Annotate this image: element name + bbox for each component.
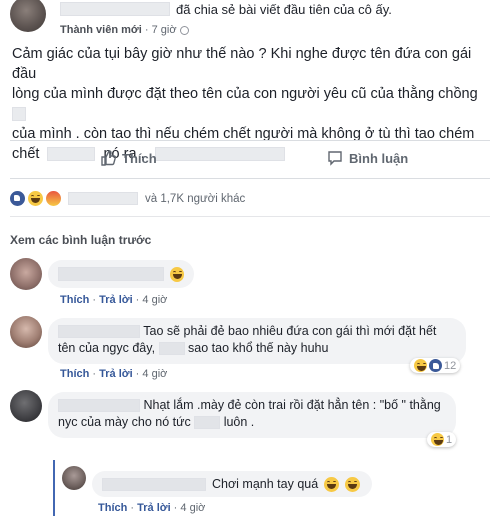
redacted-names (68, 192, 138, 205)
poster-name-redacted[interactable] (60, 2, 170, 16)
post-body-line: Cảm giác của tụi bây giờ như thế nào ? K… (12, 46, 472, 82)
speech-bubble-icon (328, 151, 342, 166)
laughing-emoji-icon (431, 433, 444, 446)
comment-line: tên của ngyc đây, sao tao khổ thế này hu… (58, 341, 329, 356)
reaction-count: 12 (444, 359, 457, 372)
reactions-summary[interactable]: và 1,7K người khác (10, 191, 245, 206)
comment-like-link[interactable]: Thích (60, 294, 89, 306)
divider-reactions (10, 216, 490, 217)
comment-reply-link[interactable]: Trả lời (99, 294, 133, 306)
comment-line: Tao sẽ phải đẻ bao nhiêu đứa con gái thì… (58, 323, 456, 340)
redacted-commenter-name (102, 477, 206, 491)
redacted-text (154, 147, 285, 162)
comment-reply-link[interactable]: Trả lời (99, 368, 133, 380)
commenter-avatar[interactable] (10, 316, 42, 348)
globe-icon (179, 25, 189, 35)
post-time[interactable]: 7 giờ (152, 24, 177, 36)
like-reaction-icon (10, 191, 25, 206)
reply-text: Chơi mạnh tay quá (212, 476, 319, 491)
reply-reply-link[interactable]: Trả lời (137, 502, 171, 514)
reply-like-link[interactable]: Thích (98, 502, 127, 514)
laughing-emoji-icon (345, 476, 361, 492)
post-body-line: chết nó ra . (12, 144, 492, 164)
member-label[interactable]: Thành viên mới (60, 24, 142, 36)
post-header-text: đã chia sẻ bài viết đầu tiên của cô ấy. (176, 2, 392, 17)
comment-actions: Thích · Trả lời · 4 giờ (60, 294, 168, 306)
redacted-text (194, 416, 221, 430)
reply-time[interactable]: 4 giờ (180, 502, 205, 514)
redacted-commenter-name (58, 325, 140, 339)
reaction-count: 1 (446, 433, 453, 446)
redacted-text (12, 107, 26, 122)
angry-reaction-icon (46, 191, 61, 206)
laughing-emoji-icon (414, 359, 427, 372)
comment-time[interactable]: 4 giờ (142, 294, 167, 306)
laughing-emoji-icon (324, 476, 340, 492)
comment-time[interactable]: 4 giờ (142, 368, 167, 380)
comment-bubble: Nhạt lắm .mày đẻ còn trai rồi đặt hẳn tê… (48, 392, 456, 438)
redacted-text (158, 342, 185, 356)
comment-actions: Thích · Trả lời · 4 giờ (60, 368, 168, 380)
thumbs-up-icon (101, 150, 116, 166)
like-button[interactable]: Thích (100, 150, 157, 166)
like-label: Thích (122, 150, 157, 166)
redacted-text (47, 147, 96, 162)
reply-actions: Thích · Trả lời · 4 giờ (98, 502, 206, 514)
like-reaction-icon (429, 359, 442, 372)
post-body: Cảm giác của tụi bây giờ như thế nào ? K… (12, 44, 492, 164)
comment-reaction-pill[interactable]: 1 (427, 432, 457, 447)
commenter-avatar[interactable] (10, 258, 42, 290)
haha-reaction-icon (28, 191, 43, 206)
poster-avatar[interactable] (10, 0, 46, 32)
comment-reaction-pill[interactable]: 12 (410, 358, 461, 373)
divider-bottom (10, 178, 490, 179)
comment-like-link[interactable]: Thích (60, 368, 89, 380)
view-previous-comments[interactable]: Xem các bình luận trước (10, 233, 151, 247)
redacted-commenter-name (58, 399, 140, 413)
comment-label: Bình luận (349, 150, 409, 166)
commenter-avatar[interactable] (10, 390, 42, 422)
post-body-line: của mình . còn tao thì nếu chém chết ngư… (12, 126, 475, 142)
laughing-emoji-icon (169, 266, 184, 282)
post-body-line: lòng của mình được đặt theo tên của con … (12, 84, 492, 124)
reply-avatar[interactable] (62, 466, 86, 490)
reactions-count-text: và 1,7K người khác (145, 192, 246, 205)
comment-bubble: Tao sẽ phải đẻ bao nhiêu đứa con gái thì… (48, 318, 466, 364)
divider-top (10, 140, 490, 141)
comment-line: nyc của mày cho nó tức luôn . (58, 415, 255, 430)
meta-separator: · (144, 24, 149, 36)
post-meta: Thành viên mới · 7 giờ (60, 24, 189, 36)
reply-thread-line (53, 460, 55, 516)
comment-bubble (48, 260, 194, 288)
redacted-comment (58, 267, 164, 281)
comment-line: Nhạt lắm .mày đẻ còn trai rồi đặt hẳn tê… (58, 397, 446, 414)
reply-bubble: Chơi mạnh tay quá (92, 471, 372, 497)
comment-button[interactable]: Bình luận (327, 150, 408, 166)
